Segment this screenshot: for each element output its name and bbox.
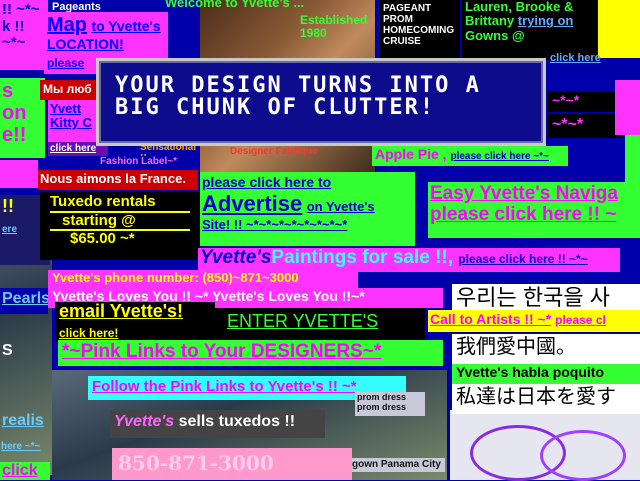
- sells-text: sells tuxedos !!: [178, 413, 296, 430]
- advertise-link-2[interactable]: Advertise: [202, 191, 302, 216]
- prom-dress-label: prom dress prom dress: [355, 392, 425, 416]
- sells-tuxedos: Yvette's sells tuxedos !!: [110, 410, 325, 438]
- left-realis[interactable]: realis: [0, 410, 48, 435]
- established-label: Established 1980: [300, 14, 368, 41]
- japanese-text: 私達は日本を愛す: [452, 384, 640, 414]
- banner-line-2: BIG CHUNK OF CLUTTER!: [115, 95, 436, 120]
- designer-fabrique: Designer Fabrique: [230, 146, 318, 157]
- sells-name: Yvette's: [114, 413, 175, 430]
- right-stars-2: ~*~*: [548, 114, 623, 138]
- pageant-list: PAGEANT PROM HOMECOMING CRUISE: [380, 0, 460, 60]
- artists-link[interactable]: Call to Artists !! ~*: [430, 311, 551, 327]
- enter-link[interactable]: ENTER YVETTE'S: [227, 311, 378, 331]
- navigation-block[interactable]: Easy Yvette's Naviga please click here !…: [428, 182, 640, 238]
- advertise-link-1[interactable]: please click here to: [202, 174, 331, 190]
- advertise-link-4[interactable]: Site! !! ~*~*~*~*~*~*~*~*: [202, 217, 347, 232]
- right-stars-1: ~*~*: [548, 92, 623, 112]
- map-link[interactable]: Map: [47, 14, 87, 36]
- left-s-text: s: [2, 80, 14, 102]
- paintings-text: Paintings for sale !!,: [271, 248, 454, 268]
- navigation-link-2[interactable]: please click here !! ~: [430, 204, 616, 225]
- call-to-artists[interactable]: Call to Artists !! ~* please cl: [428, 310, 640, 332]
- pink-links-link[interactable]: *~Pink Links to Your DESIGNERS~*: [62, 341, 381, 362]
- enter-block[interactable]: ENTER YVETTE'S: [215, 308, 425, 340]
- email-block[interactable]: email Yvette's! click here!: [55, 302, 215, 342]
- email-link[interactable]: email Yvette's!: [59, 302, 183, 321]
- left-e-text: e!!: [2, 124, 27, 146]
- artists-please-link[interactable]: please cl: [555, 313, 606, 327]
- paintings-block[interactable]: Yvette'sPaintings for sale !!, please cl…: [198, 248, 620, 272]
- french-label: Nous aimons la France.: [38, 170, 198, 190]
- left-s2: S: [2, 342, 13, 359]
- left-s-block: s on e!!: [0, 78, 45, 158]
- left-link-block[interactable]: !! ~*~ k !! ~*~: [0, 0, 48, 70]
- left-exclaim: !!: [2, 196, 14, 216]
- left-click[interactable]: click: [0, 462, 50, 480]
- right-edge-magenta: [615, 80, 640, 135]
- right-edge-green: [625, 135, 640, 185]
- russian-label: Мы люб: [40, 80, 100, 100]
- advertise-link-3[interactable]: on Yvette's: [307, 199, 375, 214]
- map-to-link[interactable]: to Yvette's: [91, 18, 160, 34]
- right-click-here[interactable]: click here: [548, 50, 613, 68]
- trying-on-link[interactable]: trying on: [518, 13, 574, 28]
- apple-pie-text: Apple Pie ,: [375, 146, 447, 162]
- kitty-block[interactable]: Yvett Kitty C: [48, 100, 98, 142]
- left-link-text-2: k !! ~*~: [2, 17, 26, 51]
- scribble-mark: [540, 430, 626, 481]
- gowns-text: Gowns @: [465, 27, 525, 43]
- navigation-link-1[interactable]: Easy Yvette's Naviga: [430, 183, 618, 204]
- left-ere-link[interactable]: ere: [2, 224, 17, 235]
- phone-sign: 850-871-3000: [112, 448, 352, 480]
- banner-line-1: YOUR DESIGN TURNS INTO A: [115, 73, 481, 98]
- left-magenta-strip: [0, 160, 38, 188]
- paintings-link[interactable]: please click here !! ~*~: [458, 252, 587, 266]
- phone-number: Yvette's phone number: (850)~871~3000: [48, 270, 358, 288]
- apple-pie-block[interactable]: Apple Pie , please click here ~*~: [372, 146, 568, 166]
- pink-links-banner[interactable]: *~Pink Links to Your DESIGNERS~*: [58, 340, 443, 366]
- tuxedo-block: Tuxedo rentals starting @ $65.00 ~*: [40, 192, 200, 260]
- email-click-here[interactable]: click here!: [59, 326, 118, 340]
- left-link-text: !! ~*~: [2, 1, 40, 18]
- paintings-name: Yvette's: [200, 248, 272, 268]
- welcome-label: Welcome to Yvette's ...: [165, 0, 305, 10]
- spanish-text: Yvette's habla poquito: [452, 364, 640, 384]
- chinese-text: 我們愛中國。: [452, 334, 640, 364]
- left-on-text: on: [2, 102, 27, 124]
- left-pearls[interactable]: Pearls,: [0, 288, 48, 314]
- advertise-block[interactable]: please click here to Advertise on Yvette…: [200, 172, 415, 246]
- apple-pie-link[interactable]: please click here ~*~: [450, 151, 548, 162]
- follow-link[interactable]: Follow the Pink Links to Yvette's !! ~*: [92, 378, 357, 395]
- left-here-link[interactable]: here ~*~: [0, 440, 50, 456]
- fashion-label: Fashion Label~*: [100, 156, 177, 167]
- map-location-link[interactable]: LOCATION!: [47, 36, 124, 52]
- brittany-text: Brittany: [465, 13, 515, 29]
- laurel-text: Lauren, Brooke &: [465, 0, 574, 14]
- map-please-link[interactable]: please: [47, 56, 84, 70]
- panama-label: gown Panama City: [350, 458, 445, 472]
- clutter-banner: YOUR DESIGN TURNS INTO A BIG CHUNK OF CL…: [96, 58, 546, 146]
